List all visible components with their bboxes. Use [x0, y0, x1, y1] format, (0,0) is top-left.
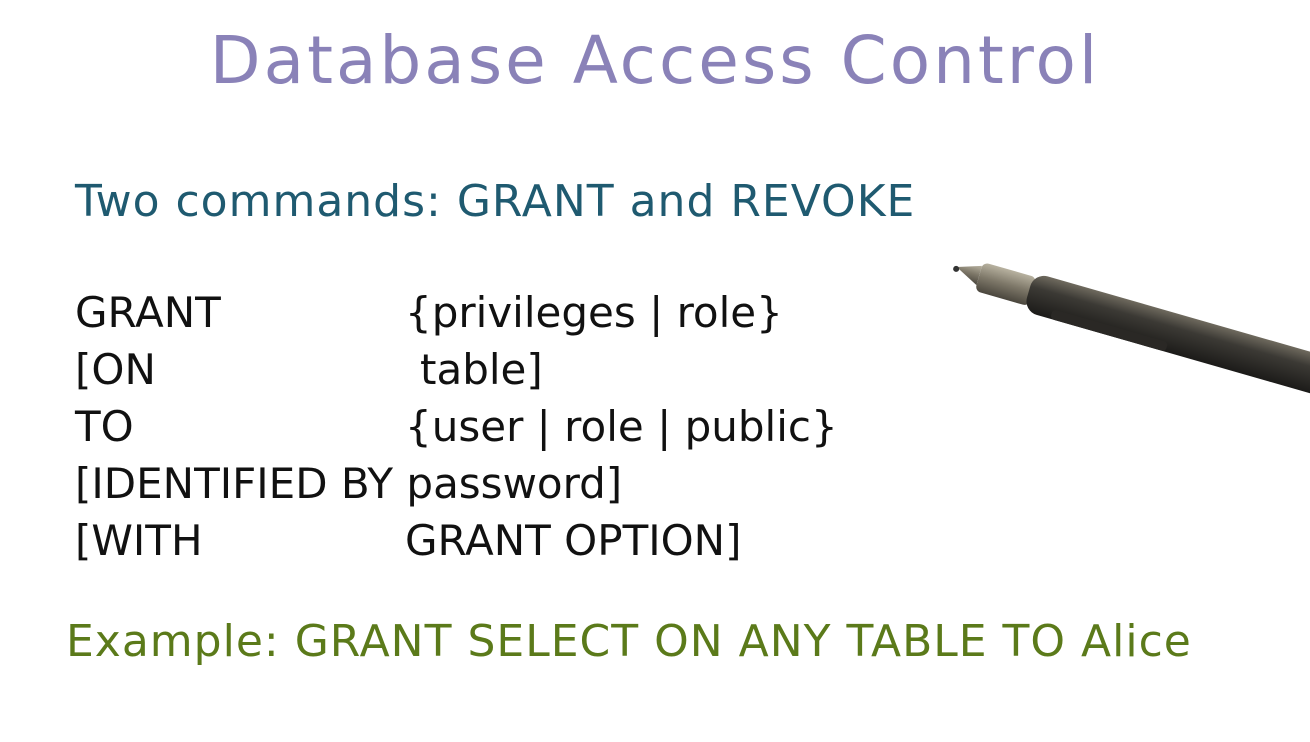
syntax-keyword: TO	[75, 402, 134, 451]
syntax-keyword: [ON	[75, 345, 156, 394]
slide: Database Access Control Two commands: GR…	[0, 0, 1310, 742]
subtitle: Two commands: GRANT and REVOKE	[75, 176, 916, 227]
syntax-keyword: [IDENTIFIED BY password]	[75, 459, 623, 508]
example-text: Example: GRANT SELECT ON ANY TABLE TO Al…	[66, 616, 1192, 667]
syntax-keyword: GRANT	[75, 288, 221, 337]
syntax-keyword: [WITH	[75, 516, 203, 565]
pen-icon	[953, 263, 1310, 399]
syntax-argument: {privileges | role}	[405, 288, 783, 337]
syntax-argument: GRANT OPTION]	[405, 516, 742, 565]
syntax-argument: table]	[420, 345, 543, 394]
syntax-argument: {user | role | public}	[405, 402, 838, 451]
slide-title: Database Access Control	[209, 22, 1101, 99]
